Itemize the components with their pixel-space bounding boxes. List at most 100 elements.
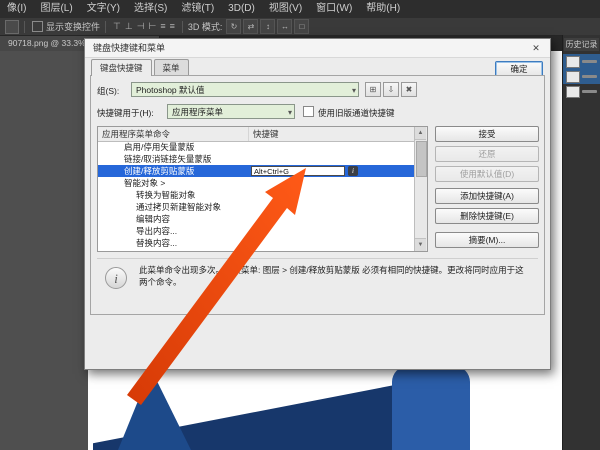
shortcuts-for-label: 快捷键用于(H): (97, 107, 154, 119)
command-label: 转换为智能对象 (98, 189, 248, 201)
summarize-button[interactable]: 摘要(M)... (435, 232, 539, 248)
tab-content-panel: 组(S): Photoshop 默认值 ▾ ⊞ ⇩ ✖ 快捷键用于(H): 应用… (90, 75, 545, 315)
tab-keyboard-shortcuts[interactable]: 键盘快捷键 (91, 59, 152, 76)
info-area: i 此菜单命令出现多次。画板菜单: 图层 > 创建/释放剪贴蒙版 必须有相同的快… (97, 258, 538, 311)
tool-preset-icon[interactable] (5, 20, 19, 34)
history-thumbnail (566, 56, 580, 68)
close-icon[interactable]: ✕ (522, 39, 550, 57)
accept-button[interactable]: 接受 (435, 126, 539, 142)
menu-item[interactable]: 图层(L) (33, 0, 79, 18)
command-label: 替换内容... (98, 237, 248, 249)
show-transform-checkbox[interactable] (32, 21, 43, 32)
history-panel: 历史记录 (562, 35, 600, 450)
scroll-down-icon[interactable]: ▼ (415, 238, 426, 251)
dialog-title-bar[interactable]: 键盘快捷键和菜单 ✕ (85, 39, 550, 58)
table-header: 应用程序菜单命令 快捷键 (98, 127, 427, 142)
shortcut-row[interactable]: 编辑内容 (98, 213, 415, 225)
align-icon[interactable]: ⊢ (147, 21, 159, 31)
save-set-icon[interactable]: ⇩ (383, 82, 399, 97)
tab-menus[interactable]: 菜单 (154, 59, 189, 75)
divider (182, 21, 183, 33)
history-state-label (582, 75, 597, 78)
delete-shortcut-button[interactable]: 删除快捷键(E) (435, 208, 539, 224)
keyboard-shortcuts-dialog: 键盘快捷键和菜单 ✕ 确定 取消 键盘快捷键 菜单 组(S): Photosho… (84, 38, 551, 370)
legacy-channel-label: 使用旧版通道快捷键 (318, 107, 395, 119)
shortcut-input[interactable]: Alt+Ctrl+G (251, 166, 345, 176)
use-default-button[interactable]: 使用默认值(D) (435, 166, 539, 182)
history-states-list (563, 54, 600, 99)
dialog-title: 键盘快捷键和菜单 (85, 39, 550, 57)
photoshop-window: 像(I)图层(L)文字(Y)选择(S)滤镜(T)3D(D)视图(V)窗口(W)帮… (0, 0, 600, 450)
chevron-down-icon: ▾ (352, 83, 356, 97)
command-label: 智能对象 > (98, 177, 248, 189)
shortcut-column-header: 快捷键 (248, 127, 427, 141)
menu-item[interactable]: 帮助(H) (359, 0, 407, 18)
history-state-label (582, 90, 597, 93)
scrollbar-thumb[interactable] (416, 141, 427, 177)
menu-item[interactable]: 文字(Y) (80, 0, 127, 18)
conflict-info-icon: i (348, 166, 358, 176)
options-bar: 显示变换控件 ⊤⊥⊣⊢≡≡ 3D 模式: ↻⇄↕↔□ (0, 18, 600, 36)
3d-mode-icon[interactable]: ↕ (260, 19, 275, 34)
3d-mode-icon[interactable]: ⇄ (243, 19, 258, 34)
table-body: 启用/停用矢量蒙版链接/取消链接矢量蒙版创建/释放剪贴蒙版Alt+Ctrl+Gi… (98, 141, 415, 251)
shortcut-row[interactable]: 转换为智能对象 (98, 189, 415, 201)
3d-mode-icon[interactable]: ↻ (226, 19, 241, 34)
scroll-up-icon[interactable]: ▲ (415, 127, 426, 140)
align-icon[interactable]: ⊤ (111, 21, 123, 31)
menu-item[interactable]: 滤镜(T) (174, 0, 221, 18)
add-shortcut-button[interactable]: 添加快捷键(A) (435, 188, 539, 204)
menu-item[interactable]: 3D(D) (221, 0, 262, 18)
command-label: 链接/取消链接矢量蒙版 (98, 153, 248, 165)
align-icon[interactable]: ⊣ (135, 21, 147, 31)
legacy-channel-checkbox[interactable] (303, 106, 314, 117)
dialog-tabs: 键盘快捷键 菜单 (91, 60, 191, 75)
shortcut-row[interactable]: 智能对象 > (98, 177, 415, 189)
history-state-row[interactable] (563, 69, 600, 84)
menu-item[interactable]: 像(I) (0, 0, 33, 18)
blue-rounded-shape (392, 366, 470, 450)
align-icon[interactable]: ≡ (158, 21, 167, 31)
command-label: 通过拷贝新建智能对象 (98, 201, 248, 213)
command-label: 启用/停用矢量蒙版 (98, 141, 248, 153)
align-icons-group: ⊤⊥⊣⊢≡≡ (111, 18, 177, 35)
shortcut-set-select[interactable]: Photoshop 默认值 ▾ (131, 82, 359, 97)
divider (105, 21, 106, 33)
shortcut-row[interactable]: 链接/取消链接矢量蒙版 (98, 153, 415, 165)
shortcut-row[interactable]: 导出内容... (98, 225, 415, 237)
shortcuts-table: 应用程序菜单命令 快捷键 启用/停用矢量蒙版链接/取消链接矢量蒙版创建/释放剪贴… (97, 126, 428, 252)
shortcut-set-value: Photoshop 默认值 (136, 85, 205, 95)
history-state-label (582, 60, 597, 63)
delete-set-icon[interactable]: ✖ (401, 82, 417, 97)
shortcut-row[interactable]: 通过拷贝新建智能对象 (98, 201, 415, 213)
table-scrollbar[interactable]: ▲ ▼ (414, 127, 427, 251)
menu-item[interactable]: 选择(S) (127, 0, 174, 18)
chevron-down-icon: ▾ (288, 105, 292, 119)
history-state-row[interactable] (563, 84, 600, 99)
align-icon[interactable]: ⊥ (123, 21, 135, 31)
3d-mode-icon[interactable]: ↔ (277, 19, 292, 34)
shortcuts-for-select[interactable]: 应用程序菜单 ▾ (167, 104, 295, 119)
shortcuts-for-value: 应用程序菜单 (172, 107, 223, 117)
3d-mode-icon[interactable]: □ (294, 19, 309, 34)
menu-bar: 像(I)图层(L)文字(Y)选择(S)滤镜(T)3D(D)视图(V)窗口(W)帮… (0, 0, 600, 19)
info-icon: i (105, 267, 127, 289)
shortcut-row[interactable]: 替换内容... (98, 237, 415, 249)
divider (24, 21, 25, 33)
menu-item[interactable]: 窗口(W) (309, 0, 359, 18)
shortcut-row[interactable]: 创建/释放剪贴蒙版Alt+Ctrl+Gi (98, 165, 415, 177)
shortcut-row[interactable]: 启用/停用矢量蒙版 (98, 141, 415, 153)
command-label: 创建/释放剪贴蒙版 (98, 165, 248, 177)
3d-mode-icons-group: ↻⇄↕↔□ (225, 19, 310, 34)
command-label: 导出内容... (98, 225, 248, 237)
command-label: 编辑内容 (98, 213, 248, 225)
align-icon[interactable]: ≡ (168, 21, 177, 31)
history-thumbnail (566, 71, 580, 83)
undo-button[interactable]: 还原 (435, 146, 539, 162)
history-panel-title[interactable]: 历史记录 (564, 38, 599, 51)
history-state-row[interactable] (563, 54, 600, 69)
info-text: 此菜单命令出现多次。画板菜单: 图层 > 创建/释放剪贴蒙版 必须有相同的快捷键… (139, 264, 531, 288)
3d-mode-label: 3D 模式: (188, 20, 223, 33)
new-set-icon[interactable]: ⊞ (365, 82, 381, 97)
menu-item[interactable]: 视图(V) (262, 0, 309, 18)
